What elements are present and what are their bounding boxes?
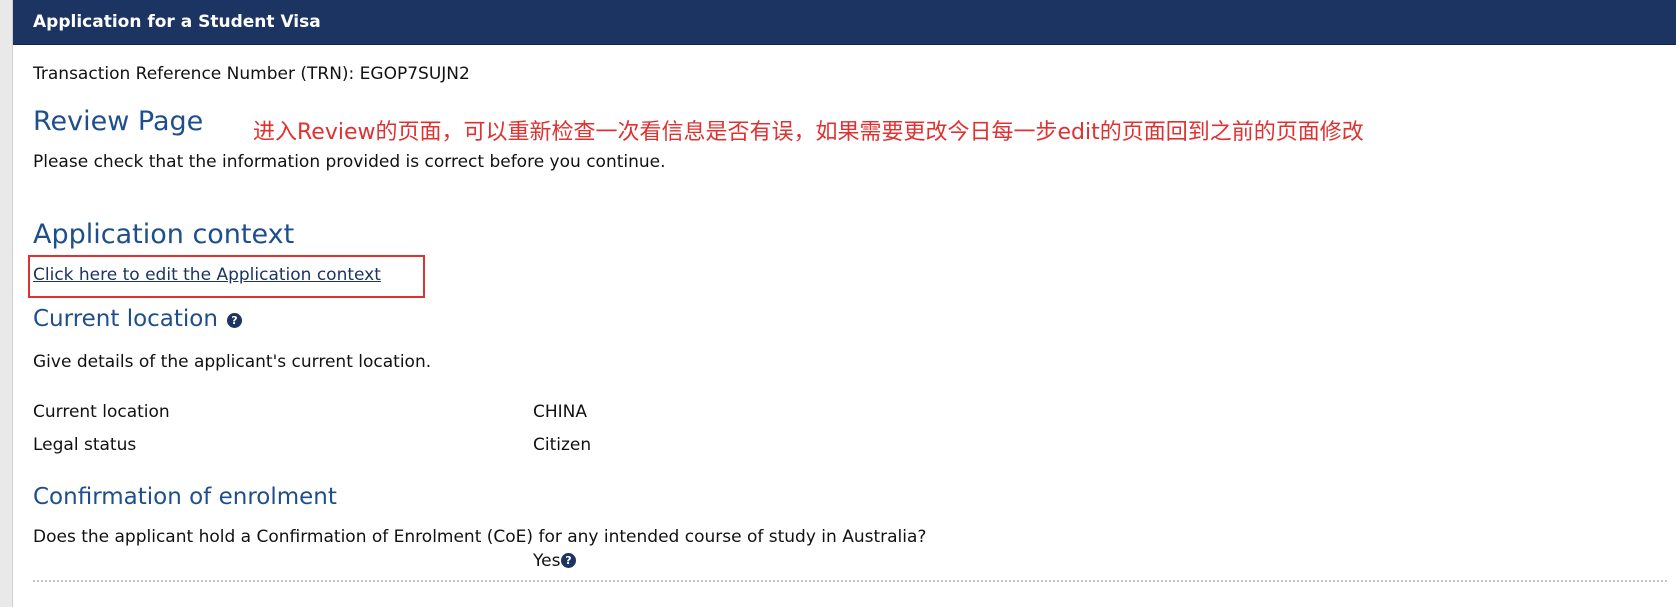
header-title: Application for a Student Visa bbox=[33, 12, 321, 32]
edit-application-context-link[interactable]: Click here to edit the Application conte… bbox=[33, 265, 381, 285]
help-icon[interactable]: ? bbox=[227, 313, 242, 328]
current-location-value: CHINA bbox=[533, 402, 588, 422]
review-page-title: Review Page bbox=[33, 106, 204, 137]
current-location-description: Give details of the applicant's current … bbox=[33, 352, 432, 372]
section-divider bbox=[33, 580, 1667, 582]
legal-status-value: Citizen bbox=[533, 435, 592, 455]
help-icon[interactable]: ? bbox=[561, 553, 576, 568]
review-annotation: 进入Review的页面，可以重新检查一次看信息是否有误，如果需要更改今日每一步e… bbox=[253, 120, 1364, 145]
enrolment-title: Confirmation of enrolment bbox=[33, 484, 337, 510]
current-location-title: Current location bbox=[33, 306, 218, 332]
review-description: Please check that the information provid… bbox=[33, 152, 666, 172]
enrolment-answer: Yes bbox=[533, 551, 561, 571]
application-frame: Application for a Student Visa Transacti… bbox=[12, 0, 1676, 607]
page-header: Application for a Student Visa bbox=[13, 0, 1676, 45]
trn-text: Transaction Reference Number (TRN): EGOP… bbox=[33, 64, 470, 84]
current-location-label: Current location bbox=[33, 402, 170, 422]
legal-status-label: Legal status bbox=[33, 435, 137, 455]
application-context-title: Application context bbox=[33, 219, 295, 250]
enrolment-question: Does the applicant hold a Confirmation o… bbox=[33, 527, 927, 547]
